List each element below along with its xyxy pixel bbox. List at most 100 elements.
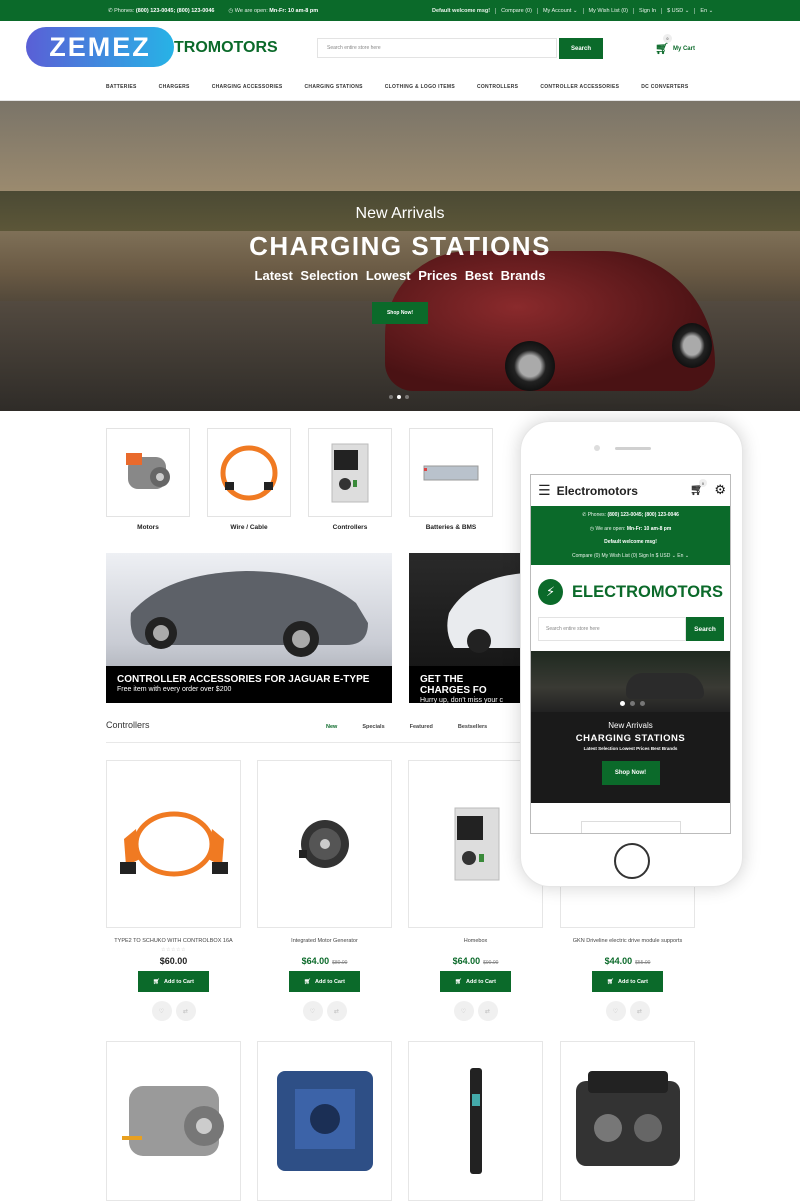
mini-cart[interactable]: 🛒︎ 0 My Cart: [655, 34, 695, 55]
product-name[interactable]: GKN Driveline electric drive module supp…: [560, 938, 695, 947]
hero-tagline: Latest Selection Lowest Prices Best Bran…: [254, 268, 546, 283]
top-bar: ✆ Phones: (800) 123-0045; (800) 123-0046…: [0, 0, 800, 21]
header: ZEMEZ TROMOTORS Search entire store here…: [0, 21, 800, 101]
slider-dot[interactable]: [405, 395, 409, 399]
promo-banner-charges[interactable]: GET THE CHARGES FO Hurry up, don't miss …: [409, 553, 524, 703]
cart-label: My Cart: [672, 45, 695, 52]
shop-now-button[interactable]: Shop Now!: [372, 302, 428, 324]
mobile-hours: ◷ We are open: Mn-Fr: 10 am-8 pm: [589, 525, 672, 532]
rating-stars: [560, 947, 695, 955]
motor-image: [106, 428, 190, 517]
product-name[interactable]: Integrated Motor Generator: [257, 938, 392, 947]
add-to-cart-button[interactable]: 🛒︎ Add to Cart: [592, 971, 663, 992]
rating-stars: [408, 947, 543, 955]
product-name[interactable]: Homebox: [408, 938, 543, 947]
tab-new[interactable]: New: [326, 724, 337, 730]
category-label: Wire / Cable: [230, 524, 268, 531]
currency-dropdown[interactable]: $ USD ⌄: [661, 7, 694, 14]
product-image-charging-post[interactable]: [408, 1041, 543, 1201]
search-button[interactable]: Search: [559, 38, 603, 59]
category-label: Motors: [137, 524, 159, 531]
mobile-account-links[interactable]: Compare (0) My Wish List (0) Sign In $ U…: [531, 550, 730, 564]
mobile-shop-now-button[interactable]: Shop Now!: [601, 761, 660, 785]
product-image-engine-blue[interactable]: [257, 1041, 392, 1201]
banner-caption: CONTROLLER ACCESSORIES FOR JAGUAR E-TYPE…: [106, 666, 392, 703]
nav-dc-converters[interactable]: DC CONVERTERS: [641, 84, 688, 90]
mobile-cart-icon[interactable]: 🛒︎ 0: [690, 479, 708, 496]
add-to-cart-button[interactable]: 🛒︎ Add to Cart: [289, 971, 360, 992]
mobile-hero: New Arrivals CHARGING STATIONS Latest Se…: [531, 651, 730, 803]
category-batteries[interactable]: Batteries & BMS: [409, 428, 493, 531]
compare-icon[interactable]: ⇄: [629, 1001, 650, 1021]
slider-dot[interactable]: [630, 701, 635, 706]
compare-icon[interactable]: ⇄: [477, 1001, 498, 1021]
tab-specials[interactable]: Specials: [362, 724, 384, 730]
product-name[interactable]: TYPE2 TO SCHUKO WITH CONTROLBOX 16A: [106, 938, 241, 947]
wishlist-icon[interactable]: ♡: [605, 1001, 626, 1021]
mobile-screen: ☰ Electromotors 🛒︎ 0 ⚙ ✆ Phones: (800) 12…: [530, 474, 731, 834]
wishlist-icon[interactable]: ♡: [302, 1001, 323, 1021]
price-value: $60.00: [159, 956, 188, 966]
tab-featured[interactable]: Featured: [410, 724, 433, 730]
mobile-logo[interactable]: ⚡ ELECTROMOTORS: [531, 565, 730, 605]
search-input[interactable]: Search entire store here: [317, 38, 557, 58]
nav-charging-accessories[interactable]: CHARGING ACCESSORIES: [212, 84, 283, 90]
mobile-search-input[interactable]: Search entire store here: [538, 617, 686, 641]
rating-stars: [257, 947, 392, 955]
slider-dot[interactable]: [389, 395, 393, 399]
battery-image: [409, 428, 493, 517]
button-label: Add to Cart: [466, 978, 496, 985]
tab-bestsellers[interactable]: Bestsellers: [458, 724, 487, 730]
controller-image: [308, 428, 392, 517]
language-dropdown[interactable]: En ⌄: [694, 7, 718, 14]
product-image-cable[interactable]: [106, 760, 241, 928]
button-label: Add to Cart: [618, 978, 648, 985]
phone-icon: ✆: [108, 7, 113, 14]
mobile-search-button[interactable]: Search: [686, 617, 724, 641]
slider-dot-active[interactable]: [620, 701, 625, 706]
section-title: Controllers: [106, 720, 150, 730]
compare-icon[interactable]: ⇄: [326, 1001, 347, 1021]
mobile-hero-subtitle: New Arrivals: [608, 721, 653, 730]
nav-controller-accessories[interactable]: CONTROLLER ACCESSORIES: [540, 84, 619, 90]
mobile-car-image: [626, 673, 704, 699]
nav-batteries[interactable]: BATTERIES: [106, 84, 137, 90]
product-image-motor[interactable]: [106, 1041, 241, 1201]
gear-icon[interactable]: ⚙: [714, 482, 726, 498]
wishlist-icon[interactable]: ♡: [151, 1001, 172, 1021]
add-to-cart-button[interactable]: 🛒︎ Add to Cart: [440, 971, 511, 992]
add-to-cart-button[interactable]: 🛒︎ Add to Cart: [138, 971, 209, 992]
compare-icon[interactable]: ⇄: [175, 1001, 196, 1021]
mobile-phones: ✆ Phones: (800) 123-0045; (800) 123-0046: [582, 512, 679, 518]
mobile-category-card: [581, 821, 681, 833]
slider-dot[interactable]: [640, 701, 645, 706]
main-nav: BATTERIES CHARGERS CHARGING ACCESSORIES …: [106, 84, 688, 90]
mobile-welcome: Default welcome msg!: [604, 539, 657, 545]
banner-caption: GET THE CHARGES FO Hurry up, don't miss …: [409, 666, 524, 703]
slider-dot-active[interactable]: [397, 395, 401, 399]
store-logo[interactable]: TROMOTORS: [174, 39, 278, 57]
product-image-generator[interactable]: [257, 760, 392, 928]
hamburger-menu-icon[interactable]: ☰: [538, 482, 551, 499]
old-price: $90.00: [483, 960, 499, 966]
category-controllers[interactable]: Controllers: [308, 428, 392, 531]
compare-link[interactable]: Compare (0): [495, 7, 537, 14]
banner-title: CONTROLLER ACCESSORIES FOR JAGUAR E-TYPE: [117, 674, 370, 685]
cart-count-badge: 0: [663, 34, 672, 43]
sign-in-link[interactable]: Sign In: [632, 7, 661, 14]
category-motors[interactable]: Motors: [106, 428, 190, 531]
cart-icon: 🛒︎: [153, 978, 161, 985]
nav-chargers[interactable]: CHARGERS: [159, 84, 190, 90]
promo-banner-jaguar[interactable]: CONTROLLER ACCESSORIES FOR JAGUAR E-TYPE…: [106, 553, 392, 703]
nav-charging-stations[interactable]: CHARGING STATIONS: [305, 84, 363, 90]
nav-clothing[interactable]: CLOTHING & LOGO ITEMS: [385, 84, 455, 90]
wishlist-icon[interactable]: ♡: [453, 1001, 474, 1021]
category-wire-cable[interactable]: Wire / Cable: [207, 428, 291, 531]
product-price: $64.00 $90.00: [408, 956, 543, 966]
nav-controllers[interactable]: CONTROLLERS: [477, 84, 518, 90]
my-account-dropdown[interactable]: My Account ⌄: [536, 7, 583, 14]
product-image-engine[interactable]: [560, 1041, 695, 1201]
welcome-message: Default welcome msg!: [432, 7, 491, 14]
wishlist-link[interactable]: My Wish List (0): [582, 7, 633, 14]
category-label: Controllers: [332, 524, 368, 531]
